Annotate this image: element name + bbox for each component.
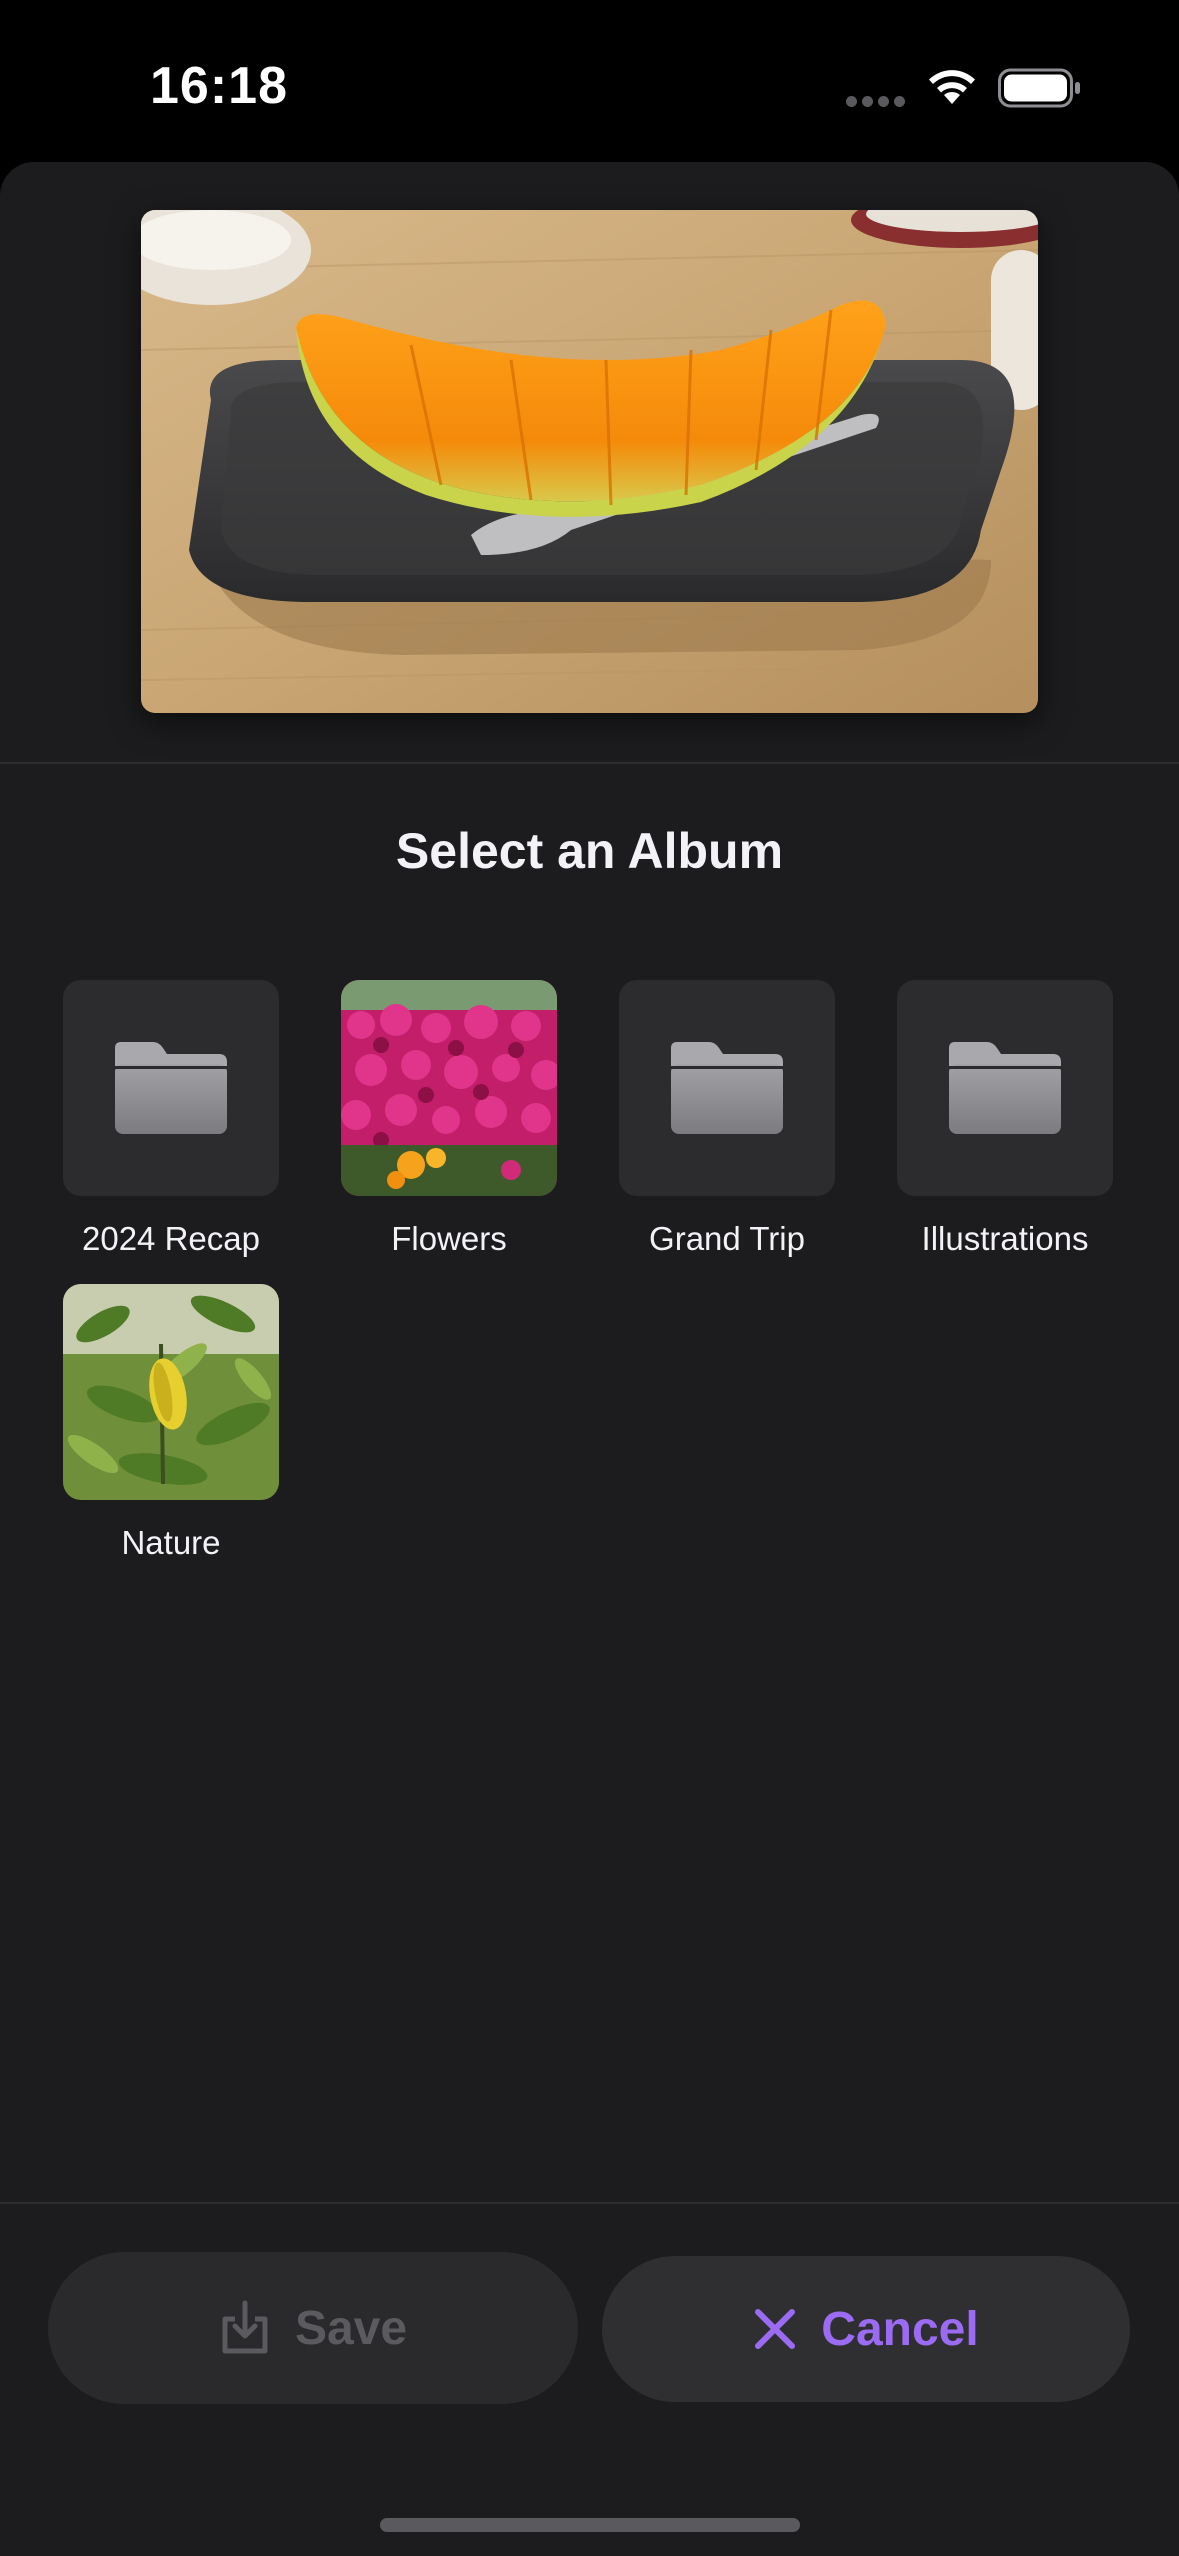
save-label: Save	[294, 2301, 408, 2355]
photo-preview	[141, 210, 1038, 713]
album-thumbnail	[63, 1284, 279, 1500]
album-thumbnail	[63, 980, 279, 1196]
album-thumbnail	[619, 980, 835, 1196]
album-illustrations[interactable]: Illustrations	[867, 980, 1147, 1270]
save-to-album-sheet: Select an Album 2024 Recap Flowers Grand…	[0, 162, 1179, 2556]
album-grand-trip[interactable]: Grand Trip	[589, 980, 869, 1270]
sheet-title: Select an Album	[395, 823, 784, 879]
battery-icon	[998, 68, 1080, 108]
album-label: Illustrations	[921, 1220, 1089, 1257]
album-label: Nature	[121, 1524, 221, 1561]
album-thumbnail	[341, 980, 557, 1196]
home-indicator[interactable]	[380, 2518, 800, 2532]
status-time: 16:18	[150, 57, 288, 115]
status-bar: 16:18	[0, 0, 1179, 160]
wifi-icon	[929, 70, 975, 104]
album-label: Flowers	[391, 1220, 507, 1257]
melon-photo	[141, 210, 1038, 713]
divider	[0, 762, 1179, 764]
album-label: 2024 Recap	[82, 1220, 260, 1257]
cellular-signal-icon	[846, 96, 906, 108]
save-to-tray-icon	[222, 2300, 268, 2354]
save-button[interactable]: Save	[48, 2252, 578, 2404]
album-label: Grand Trip	[649, 1220, 805, 1257]
album-flowers[interactable]: Flowers	[311, 980, 591, 1270]
album-thumbnail	[897, 980, 1113, 1196]
cancel-button[interactable]: Cancel	[602, 2256, 1130, 2402]
divider	[0, 2202, 1179, 2204]
folder-icon	[671, 1042, 783, 1134]
close-icon	[755, 2309, 796, 2349]
nature-photo	[63, 1284, 279, 1500]
folder-icon	[115, 1042, 227, 1134]
album-2024-recap[interactable]: 2024 Recap	[33, 980, 313, 1270]
cancel-label: Cancel	[821, 2302, 979, 2356]
folder-icon	[949, 1042, 1061, 1134]
album-nature[interactable]: Nature	[33, 1284, 313, 1574]
flowers-photo	[341, 980, 557, 1196]
